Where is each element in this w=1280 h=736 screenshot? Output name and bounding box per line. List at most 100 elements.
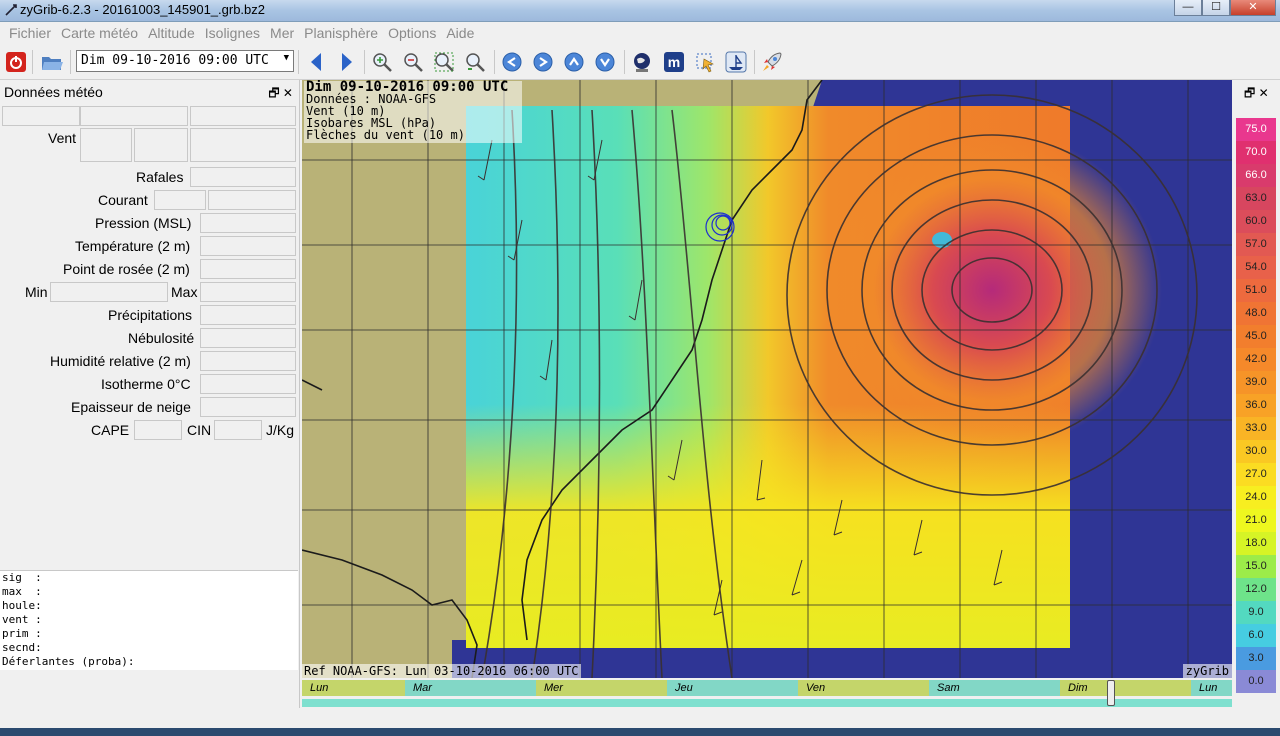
zoom-fit-icon[interactable] xyxy=(432,50,456,74)
menu-fichier[interactable]: Fichier xyxy=(4,25,56,41)
legend-swatch: 12.0 xyxy=(1236,578,1276,601)
legend-swatch: 63.0 xyxy=(1236,187,1276,210)
label-humidite: Humidité relative (2 m) xyxy=(50,353,191,369)
field-cell xyxy=(190,106,296,126)
map-canvas[interactable] xyxy=(302,80,1232,678)
time-slider-handle[interactable] xyxy=(1107,680,1115,706)
meteotable-icon[interactable]: m xyxy=(662,50,686,74)
label-vent: Vent xyxy=(48,130,77,146)
day-label: Jeu xyxy=(667,680,798,696)
pan-left-icon[interactable] xyxy=(500,50,524,74)
legend-swatch: 9.0 xyxy=(1236,601,1276,624)
field-cell xyxy=(134,128,188,162)
menu-carte-meteo[interactable]: Carte météo xyxy=(56,25,143,41)
date-select[interactable]: Dim 09-10-2016 09:00 UTC ▼ xyxy=(76,50,294,72)
legend-swatch: 3.0 xyxy=(1236,647,1276,670)
panel-float-close-icons[interactable]: 🗗 ✕ xyxy=(268,84,293,105)
map-info-overlay: Dim 09-10-2016 09:00 UTC Données : NOAA-… xyxy=(304,80,522,143)
field-cell xyxy=(200,374,296,394)
select-icon[interactable] xyxy=(693,50,717,74)
day-label: Lun xyxy=(302,680,405,696)
legend-float-close-icons[interactable]: 🗗 ✕ xyxy=(1244,84,1269,105)
map-info-line: Flèches du vent (10 m) xyxy=(306,128,465,142)
readout-line: vent : xyxy=(2,613,42,626)
next-icon[interactable] xyxy=(335,50,359,74)
label-jkg: J/Kg xyxy=(266,422,295,438)
zoom-in-icon[interactable] xyxy=(370,50,394,74)
field-cell xyxy=(214,420,262,440)
readout-line: sig : xyxy=(2,571,42,584)
weather-map[interactable]: Dim 09-10-2016 09:00 UTC Données : NOAA-… xyxy=(302,80,1232,678)
field-cell xyxy=(190,167,296,187)
field-cell xyxy=(80,128,132,162)
field-cell xyxy=(200,328,296,348)
open-icon[interactable] xyxy=(40,50,64,74)
maximize-button[interactable]: ☐ xyxy=(1202,0,1230,16)
pan-right-icon[interactable] xyxy=(531,50,555,74)
field-cell xyxy=(200,213,296,233)
svg-text:m: m xyxy=(668,54,680,70)
prev-icon[interactable] xyxy=(304,50,328,74)
field-cell xyxy=(200,259,296,279)
label-neige: Epaisseur de neige xyxy=(71,399,191,415)
toolbar: Dim 09-10-2016 09:00 UTC ▼ m xyxy=(0,44,1280,80)
color-legend: 🗗 ✕ 75.0 70.0 66.0 63.0 60.0 57.0 54.0 51.0 48.0… xyxy=(1236,80,1280,708)
app-icon xyxy=(5,4,17,16)
chevron-down-icon: ▼ xyxy=(283,53,289,63)
menu-options[interactable]: Options xyxy=(383,25,441,41)
legend-swatch: 66.0 xyxy=(1236,164,1276,187)
boat-icon[interactable] xyxy=(724,50,748,74)
window-title: zyGrib-6.2.3 - 20161003_145901_.grb.bz2 xyxy=(20,2,266,17)
legend-swatch: 18.0 xyxy=(1236,532,1276,555)
day-strip: Lun Mar Mer Jeu Ven Sam Dim Lun xyxy=(302,680,1232,696)
separator xyxy=(754,50,755,74)
quit-icon[interactable] xyxy=(4,50,28,74)
legend-swatch: 70.0 xyxy=(1236,141,1276,164)
readout-line: houle: xyxy=(2,599,42,612)
menu-isolignes[interactable]: Isolignes xyxy=(200,25,265,41)
legend-swatch: 30.0 xyxy=(1236,440,1276,463)
field-cell xyxy=(200,236,296,256)
menu-mer[interactable]: Mer xyxy=(265,25,299,41)
legend-swatch: 15.0 xyxy=(1236,555,1276,578)
close-button[interactable]: ✕ xyxy=(1230,0,1276,16)
menu-altitude[interactable]: Altitude xyxy=(143,25,200,41)
zoom-all-icon[interactable] xyxy=(463,50,487,74)
day-label: Sam xyxy=(929,680,1060,696)
label-nebulosite: Nébulosité xyxy=(128,330,195,346)
field-cell xyxy=(208,190,296,210)
field-cell xyxy=(200,305,296,325)
timeline[interactable]: Lun Mar Mer Jeu Ven Sam Dim Lun xyxy=(302,678,1232,708)
readout-line: secnd: xyxy=(2,641,42,654)
label-isotherme: Isotherme 0°C xyxy=(101,376,191,392)
separator xyxy=(70,50,71,74)
pan-up-icon[interactable] xyxy=(562,50,586,74)
os-taskbar xyxy=(0,728,1280,736)
rocket-icon[interactable] xyxy=(760,50,784,74)
zoom-out-icon[interactable] xyxy=(401,50,425,74)
minimize-button[interactable]: — xyxy=(1174,0,1202,16)
menu-planisphere[interactable]: Planisphère xyxy=(299,25,383,41)
globe-icon[interactable] xyxy=(630,50,654,74)
legend-swatch: 39.0 xyxy=(1236,371,1276,394)
legend-swatch: 27.0 xyxy=(1236,463,1276,486)
day-label: Mer xyxy=(536,680,667,696)
legend-swatch: 0.0 xyxy=(1236,670,1276,693)
menu-aide[interactable]: Aide xyxy=(441,25,479,41)
legend-swatch: 60.0 xyxy=(1236,210,1276,233)
separator xyxy=(32,50,33,74)
field-cell xyxy=(154,190,206,210)
readout-line: Déferlantes (proba): xyxy=(2,655,135,668)
label-cin: CIN xyxy=(187,422,212,438)
label-min: Min xyxy=(25,284,48,300)
pan-down-icon[interactable] xyxy=(593,50,617,74)
field-cell xyxy=(190,128,296,162)
label-temperature: Température (2 m) xyxy=(75,238,191,254)
separator xyxy=(364,50,365,74)
field-cell xyxy=(2,106,80,126)
weather-data-panel: Données météo 🗗 ✕ Vent Rafales Courant P… xyxy=(0,80,300,708)
label-cape: CAPE xyxy=(91,422,130,438)
label-rafales: Rafales xyxy=(136,169,184,185)
time-slider-groove[interactable] xyxy=(302,699,1232,707)
title-bar: zyGrib-6.2.3 - 20161003_145901_.grb.bz2 … xyxy=(0,0,1280,22)
